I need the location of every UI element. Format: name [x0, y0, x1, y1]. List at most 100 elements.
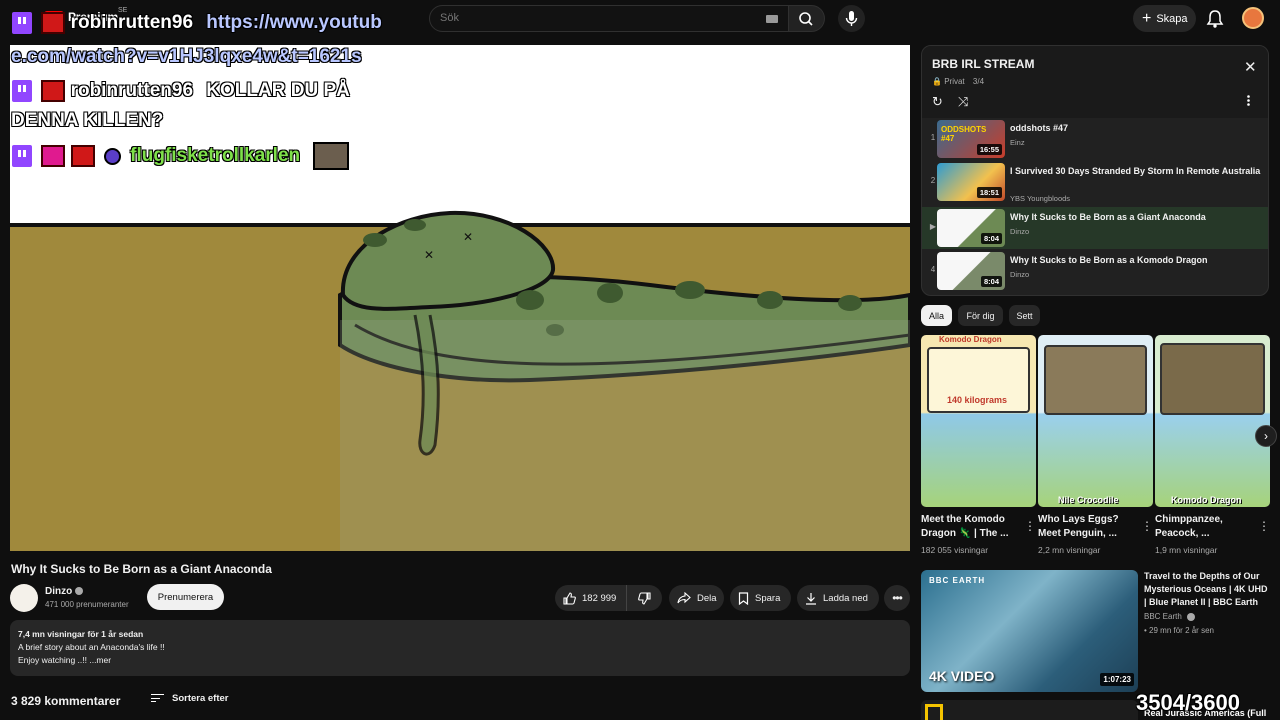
playlist-privacy: Privat — [944, 77, 965, 86]
dislike-button[interactable] — [627, 585, 661, 611]
shelf-video-title: Meet the Komodo Dragon 🦎 | The ... — [921, 514, 1009, 539]
subscriber-badge-icon — [41, 80, 66, 102]
share-icon — [677, 592, 691, 604]
chip-watched[interactable]: Sett — [1009, 305, 1040, 326]
thumbnail-label: Komodo Dragon — [1171, 495, 1242, 505]
playlist-item-thumbnail: 18:51 — [937, 163, 1005, 201]
shelf-video-card[interactable]: Nile Crocodile Who Lays Eggs? Meet Pengu… — [1038, 335, 1153, 555]
4k-label: 4K VIDEO — [929, 668, 995, 684]
thumbnail-photo — [1044, 345, 1147, 415]
voice-search-button[interactable] — [838, 5, 865, 32]
playlist-item-duration: 8:04 — [980, 276, 1002, 287]
playlist-item[interactable]: 4 8:04 Why It Sucks to Be Born as a Komo… — [922, 250, 1268, 292]
account-avatar[interactable] — [1242, 7, 1264, 29]
chat-message: https://www.youtub — [206, 12, 382, 34]
more-actions-button[interactable]: ••• — [884, 585, 910, 611]
chat-username: robinrutten96 — [70, 80, 194, 102]
playlist-panel: BRB IRL STREAM 🔒 Privat 3/4 ✕ ↻ ⤨ 1 ODDS… — [921, 45, 1269, 296]
chat-message: KOLLAR DU PÅ — [206, 80, 350, 102]
chat-line-5: flugfisketrollkarlen — [12, 142, 350, 170]
chat-username: robinrutten96 — [70, 12, 194, 34]
shelf-video-card[interactable]: Komodo Dragon 140 kilograms Meet the Kom… — [921, 335, 1036, 555]
svg-text:✕: ✕ — [463, 230, 473, 244]
microphone-icon — [845, 11, 858, 26]
shuffle-icon[interactable]: ⤨ — [958, 94, 968, 110]
shelf-thumbnail: Komodo Dragon — [1155, 335, 1270, 507]
recommended-video-title[interactable]: Travel to the Depths of Our Mysterious O… — [1144, 570, 1270, 609]
thumbs-up-icon — [563, 591, 576, 605]
playlist-position: 3/4 — [972, 77, 985, 86]
more-vertical-icon[interactable] — [1247, 95, 1250, 106]
sort-label: Sortera efter — [172, 693, 229, 704]
recommended-video-thumbnail[interactable] — [921, 700, 1138, 720]
search-input[interactable] — [440, 12, 740, 24]
notifications-bell-icon[interactable] — [1206, 9, 1224, 29]
recommended-video-channel: BBC Earth — [1144, 612, 1196, 621]
like-count: 182 999 — [582, 592, 617, 604]
shelf-video-title: Who Lays Eggs? Meet Penguin, ... — [1038, 514, 1119, 539]
more-vertical-icon[interactable]: ⋮ — [1024, 519, 1036, 533]
comments-count: 3 829 kommentarer — [11, 694, 121, 708]
subscribe-button[interactable]: Prenumerera — [147, 584, 224, 610]
playlist-item-duration: 8:04 — [980, 233, 1002, 244]
thumbnail-text: ODDSHOTS #47 — [941, 125, 987, 143]
shelf-video-card[interactable]: Komodo Dragon Chimppanzee, Peacock, ... … — [1155, 335, 1270, 555]
playlist-meta: 🔒 Privat 3/4 — [932, 77, 984, 86]
chat-line-3: robinrutten96 KOLLAR DU PÅ — [12, 80, 350, 102]
more-vertical-icon[interactable]: ⋮ — [1141, 519, 1153, 533]
chat-line-4: DENNA KILLEN? — [11, 110, 164, 131]
share-label: Dela — [697, 592, 717, 604]
playlist-item-thumbnail: 8:04 — [937, 252, 1005, 290]
verified-icon — [75, 587, 84, 596]
shelf-thumbnail: Komodo Dragon 140 kilograms — [921, 335, 1036, 507]
playlist-item[interactable]: 2 18:51 I Survived 30 Days Stranded By S… — [922, 161, 1268, 207]
playlist-item-channel: Dinzo — [1010, 270, 1030, 279]
download-icon — [806, 592, 816, 605]
bookmark-icon — [738, 591, 749, 605]
description-line: A brief story about an Anaconda's life !… — [18, 642, 165, 652]
sort-comments-button[interactable]: Sortera efter — [151, 693, 229, 704]
thumbnail-top-text: Komodo Dragon — [939, 335, 1002, 344]
thumbnail-label-box: 140 kilograms — [927, 347, 1030, 413]
chip-for-you[interactable]: För dig — [958, 305, 1003, 326]
save-button[interactable]: Spara — [730, 585, 791, 611]
playlist-title[interactable]: BRB IRL STREAM — [932, 57, 1034, 71]
chip-all[interactable]: Alla — [921, 305, 952, 326]
nat-geo-logo — [925, 704, 943, 720]
chat-line-1: robinrutten96 https://www.youtub — [12, 12, 382, 34]
playlist-item-thumbnail: 8:04 — [937, 209, 1005, 247]
playlist-item-current[interactable]: ▶ 8:04 Why It Sucks to Be Born as a Gian… — [922, 207, 1268, 249]
search-button[interactable] — [789, 5, 825, 32]
playlist-item-title: I Survived 30 Days Stranded By Storm In … — [1010, 166, 1261, 176]
loop-icon[interactable]: ↻ — [932, 94, 943, 110]
search-box[interactable] — [429, 5, 789, 32]
share-button[interactable]: Dela — [669, 585, 724, 611]
playlist-header: BRB IRL STREAM 🔒 Privat 3/4 ✕ ↻ ⤨ — [922, 46, 1268, 118]
save-label: Spara — [755, 592, 781, 604]
like-dislike-group: 182 999 — [555, 585, 662, 611]
create-button[interactable]: + Skapa — [1133, 5, 1196, 32]
channel-avatar[interactable] — [10, 584, 38, 612]
download-label: Ladda ned — [823, 592, 868, 604]
subscriber-count: 471 000 prenumeranter — [45, 600, 129, 609]
playlist-item[interactable]: 1 ODDSHOTS #47 16:55 oddshots #47 Einz — [922, 118, 1268, 160]
playlist-item-thumbnail: ODDSHOTS #47 16:55 — [937, 120, 1005, 158]
like-button[interactable]: 182 999 — [555, 585, 627, 611]
thumbnail-label: 140 kilograms — [947, 395, 1008, 405]
twitch-icon — [12, 12, 32, 34]
channel-name[interactable]: Dinzo — [45, 586, 84, 597]
playlist-item-channel: YBS Youngbloods — [1010, 194, 1071, 203]
chevron-right-icon[interactable]: › — [1255, 425, 1277, 447]
keyboard-icon[interactable] — [766, 15, 778, 23]
close-icon[interactable]: ✕ — [1244, 60, 1257, 75]
subscriber-badge-icon — [41, 12, 66, 34]
description-box[interactable]: 7,4 mn visningar för 1 år sedan A brief … — [10, 620, 910, 676]
more-vertical-icon[interactable]: ⋮ — [1258, 519, 1270, 533]
cat-emote-icon — [313, 142, 350, 170]
stream-counter-overlay: 3504/3600 — [1136, 690, 1240, 715]
recommended-video-thumbnail[interactable]: BBC EARTH 4K VIDEO 1:07:23 — [921, 570, 1138, 692]
description-line: Enjoy watching ..!! ...mer — [18, 655, 112, 665]
search-icon — [799, 12, 813, 26]
download-button[interactable]: Ladda ned — [797, 585, 879, 611]
bbc-earth-badge: BBC EARTH — [929, 576, 986, 585]
